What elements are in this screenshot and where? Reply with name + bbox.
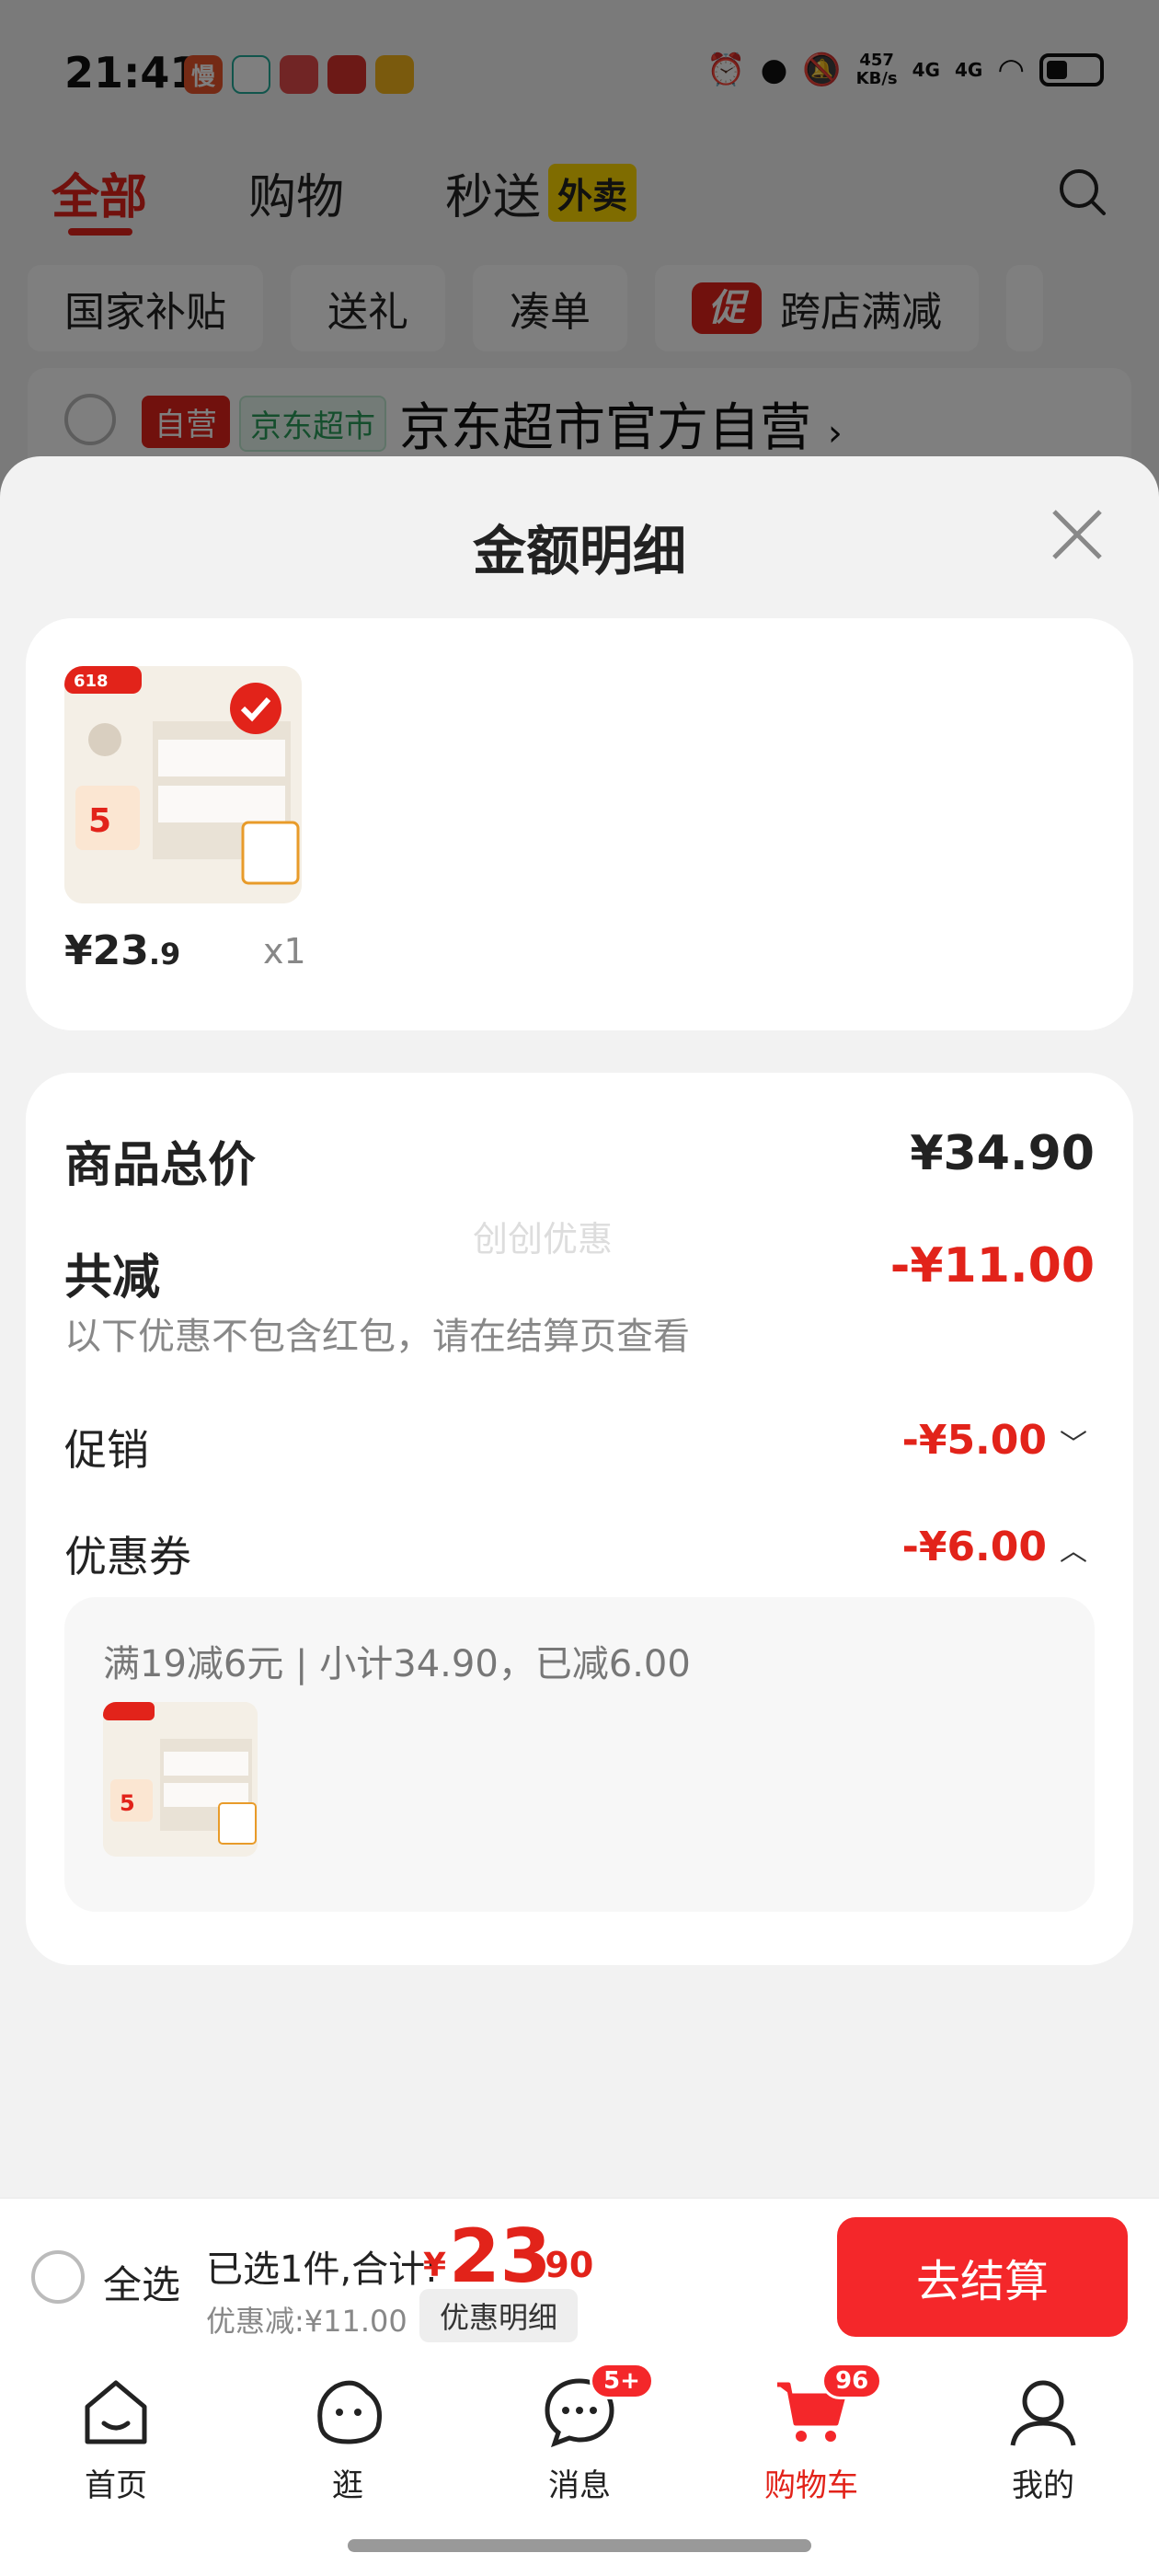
message-icon: 5+	[540, 2363, 654, 2451]
total-value: ¥34.90	[910, 1126, 1095, 1181]
coupon-label: 优惠券	[64, 1532, 191, 1581]
nav-profile[interactable]: 我的	[970, 2372, 1117, 2505]
product-image[interactable]: 618 5	[64, 666, 302, 903]
cart-badge: 96	[821, 2363, 883, 2399]
total-label: 商品总价	[64, 1138, 257, 1193]
discount-detail-button[interactable]: 优惠明细	[419, 2289, 579, 2342]
chevron-up-icon: ︿	[1060, 1535, 1087, 1568]
browse-icon	[308, 2372, 387, 2451]
nav-home[interactable]: 首页	[42, 2372, 189, 2505]
nav-browse[interactable]: 逛	[274, 2372, 421, 2505]
promo-value[interactable]: -¥5.00 ﹀	[902, 1417, 1087, 1464]
svg-text:5: 5	[88, 802, 111, 840]
select-all-label[interactable]: 全选	[103, 2254, 180, 2310]
checkout-button[interactable]: 去结算	[837, 2217, 1128, 2337]
svg-text:5: 5	[120, 1790, 135, 1816]
discount-note: 以下优惠不包含红包，请在结算页查看	[64, 1316, 690, 1358]
checkout-bar: 全选 已选1件,合计: ¥ 23 .90 优惠减:¥11.00 优惠明细 去结算	[0, 2197, 1159, 2357]
home-indicator[interactable]	[348, 2539, 811, 2552]
coupon-detail-text: 满19减6元 | 小计34.90，已减6.00	[103, 1643, 691, 1685]
svg-text:618: 618	[74, 672, 109, 691]
reduce-value: -¥11.00	[889, 1238, 1095, 1294]
home-icon	[76, 2372, 155, 2451]
product-card: 618 5 ¥23.9 x1	[26, 618, 1133, 1030]
summary-label: 已选1件,合计:	[206, 2248, 438, 2291]
close-icon[interactable]	[1049, 506, 1106, 563]
profile-icon	[1004, 2372, 1083, 2451]
product-quantity: x1	[263, 931, 306, 972]
message-badge: 5+	[590, 2363, 654, 2399]
reduce-label: 共减	[64, 1250, 161, 1305]
coupon-detail-box: 满19减6元 | 小计34.90，已减6.00 5	[64, 1597, 1095, 1912]
cart-icon: 96	[772, 2363, 883, 2451]
nav-cart[interactable]: 96 购物车	[738, 2363, 885, 2505]
currency-symbol: ¥	[423, 2247, 447, 2284]
select-all-radio[interactable]	[31, 2250, 85, 2304]
discount-amount: 优惠减:¥11.00	[206, 2304, 407, 2339]
total-amount-decimal: .90	[532, 2245, 594, 2285]
coupon-value[interactable]: -¥6.00 ︿	[902, 1524, 1087, 1570]
watermark: 创创优惠	[473, 1219, 614, 1259]
price-breakdown-card: 商品总价 ¥34.90 创创优惠 共减 -¥11.00 以下优惠不包含红包，请在…	[26, 1073, 1133, 1965]
nav-messages[interactable]: 5+ 消息	[506, 2363, 654, 2505]
sheet-title: 金额明细	[472, 520, 686, 582]
chevron-down-icon: ﹀	[1060, 1429, 1087, 1461]
product-price: ¥23.9	[64, 927, 181, 974]
promo-label: 促销	[64, 1425, 149, 1475]
coupon-product-image: 5	[103, 1702, 258, 1857]
